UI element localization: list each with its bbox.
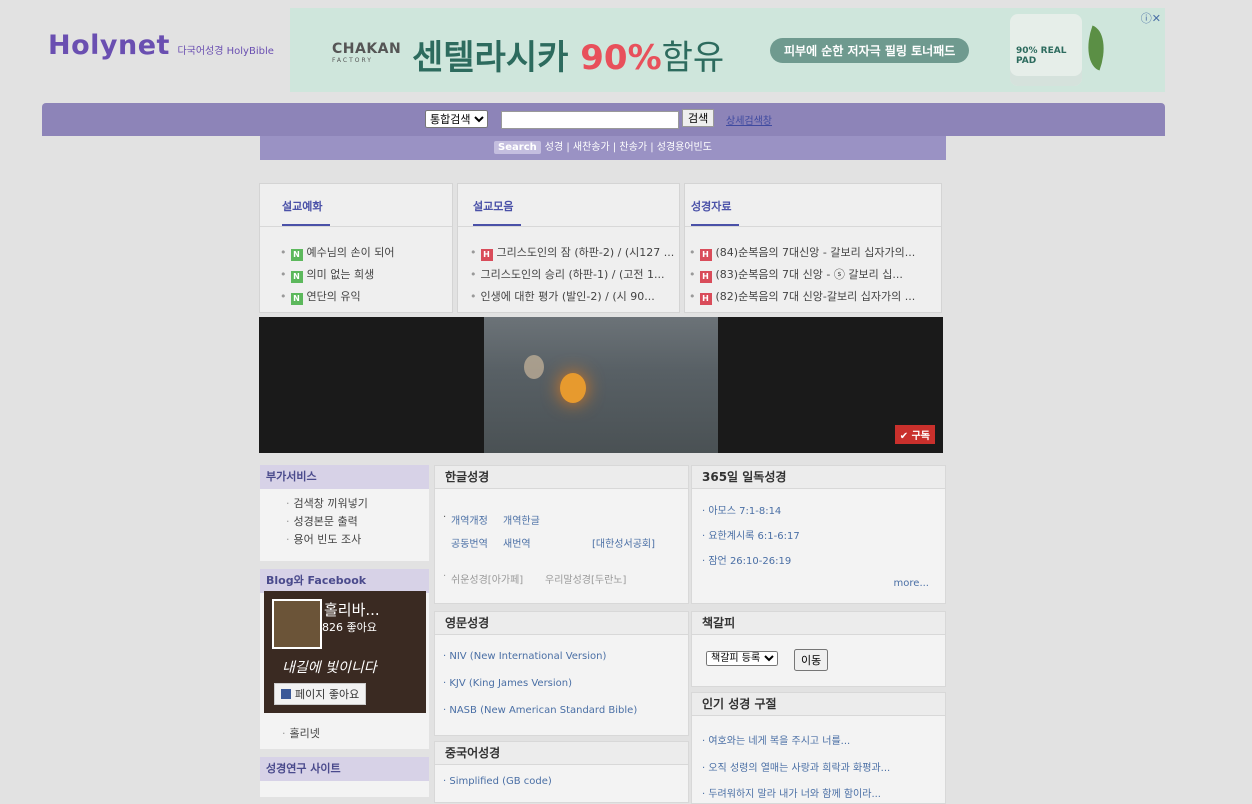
sermon-illustrations-panel: 설교예화 • N 예수님의 손이 되어 • N 의미 없는 희생 • N 연단의 유익 bbox=[259, 183, 453, 313]
list-item[interactable]: • N 예수님의 손이 되어 bbox=[280, 242, 394, 264]
video-thumbnail[interactable] bbox=[484, 317, 718, 453]
list-item[interactable]: 검색창 끼워넣기 bbox=[286, 495, 429, 513]
panel-title: 영문성경 bbox=[435, 612, 688, 635]
list-item[interactable]: • N 의미 없는 희생 bbox=[280, 264, 394, 286]
hot-badge: H bbox=[699, 271, 712, 283]
list-item[interactable]: • N 연단의 유익 bbox=[280, 286, 394, 308]
extra-services-panel: 부가서비스 검색창 끼워넣기 성경본문 출력 용어 빈도 조사 bbox=[260, 465, 429, 561]
hot-badge: H bbox=[480, 249, 493, 261]
list-item[interactable]: • 그리스도인의 승리 (하판-1) / (고전 1... bbox=[470, 264, 674, 286]
advanced-search-link[interactable]: 상세검색창 bbox=[726, 112, 772, 127]
verse-link[interactable]: · 두려워하지 말라 내가 너와 함께 함이라... bbox=[702, 785, 881, 800]
panel-title: 중국어성경 bbox=[435, 742, 688, 765]
ad-banner[interactable]: CHAKAN FACTORY 센텔라시카 90%함유 피부에 순한 저자극 필링 … bbox=[290, 8, 1165, 92]
bookmark-panel: 책갈피 책갈피 등록 이동 bbox=[691, 611, 946, 687]
sermon-collection-panel: 설교모음 • H 그리스도인의 잠 (하판-2) / (시127 ... • 그리스도… bbox=[457, 183, 680, 313]
bookmark-select[interactable]: 책갈피 등록 bbox=[706, 651, 778, 666]
search-scope-select[interactable]: 통합검색 bbox=[425, 110, 488, 128]
panel-title: 한글성경 bbox=[435, 466, 688, 489]
panel-title: 365일 일독성경 bbox=[692, 466, 945, 489]
panel-title: 인기 성경 구절 bbox=[692, 693, 945, 716]
list-item[interactable]: 용어 빈도 조사 bbox=[286, 531, 429, 549]
bible-link-revised[interactable]: 개역개정 bbox=[451, 512, 488, 527]
panel-title: 부가서비스 bbox=[260, 465, 429, 489]
leaf-icon bbox=[1078, 25, 1114, 71]
like-count: 826 좋아요 bbox=[322, 621, 377, 634]
search-subnav-links[interactable]: 성경 | 새찬송가 | 찬송가 | 성경용어빈도 bbox=[545, 142, 712, 153]
reading-item[interactable]: · 잠언 26:10-26:19 bbox=[702, 552, 791, 567]
english-bible-link[interactable]: · NASB (New American Standard Bible) bbox=[443, 705, 637, 716]
like-page-button[interactable]: 페이지 좋아요 bbox=[274, 683, 367, 705]
english-bible-link[interactable]: · NIV (New International Version) bbox=[443, 651, 606, 662]
page-avatar[interactable] bbox=[272, 599, 322, 649]
search-button[interactable]: 검색 bbox=[682, 109, 715, 127]
panel-title[interactable]: 성경자료 bbox=[691, 198, 731, 214]
hot-badge: H bbox=[699, 249, 712, 261]
panel-title: 책갈피 bbox=[692, 612, 945, 635]
hot-badge: H bbox=[699, 293, 712, 305]
ad-tagline: 피부에 순한 저자극 필링 토너패드 bbox=[770, 38, 970, 63]
publisher-label[interactable]: [대한성서공회] bbox=[592, 535, 655, 550]
reading-item[interactable]: · 아모스 7:1-8:14 bbox=[702, 502, 781, 517]
chinese-bible-panel: 중국어성경 · Simplified (GB code) bbox=[434, 741, 689, 803]
ad-headline: 센텔라시카 90%함유 bbox=[412, 38, 725, 78]
bible-link-common[interactable]: 공동번역 bbox=[451, 535, 488, 550]
brand-subtitle: 다국어성경 HolyBible bbox=[177, 46, 274, 57]
verse-link[interactable]: · 오직 성령의 열매는 사랑과 희락과 화평과... bbox=[702, 759, 890, 774]
video-banner[interactable]: ✔ 구독 bbox=[259, 317, 943, 453]
english-bible-panel: 영문성경 · NIV (New International Version) ·… bbox=[434, 611, 689, 736]
panel-title: Blog와 Facebook bbox=[260, 569, 429, 593]
panel-title[interactable]: 설교예화 bbox=[282, 198, 322, 214]
bible-materials-panel: 성경자료 • H (84)순복음의 7대신앙 - 갈보리 십자가의... • H (83… bbox=[684, 183, 942, 313]
search-input[interactable] bbox=[501, 111, 679, 129]
research-sites-panel: 성경연구 사이트 bbox=[260, 757, 429, 797]
site-logo[interactable]: Holynet 다국어성경 HolyBible bbox=[48, 30, 274, 66]
list-item[interactable]: • H (82)순복음의 7대 신앙-갈보리 십자가의 ... bbox=[689, 286, 915, 308]
bible-link-easy[interactable]: 쉬운성경[아가페] bbox=[451, 571, 523, 586]
ad-brand: CHAKAN FACTORY bbox=[332, 41, 402, 64]
subscribe-button[interactable]: ✔ 구독 bbox=[894, 425, 935, 444]
list-item[interactable]: • 인생에 대한 평가 (발인-2) / (시 90... bbox=[470, 286, 674, 308]
verse-link[interactable]: · 여호와는 네게 복을 주시고 너를... bbox=[702, 732, 850, 747]
popular-verses-panel: 인기 성경 구절 · 여호와는 네게 복을 주시고 너를... · 오직 성령의… bbox=[691, 692, 946, 804]
product-jar-icon: 90% REAL PAD bbox=[1010, 14, 1082, 86]
more-link[interactable]: more... bbox=[894, 578, 929, 589]
cover-text: 내길에 빛이니다 bbox=[282, 660, 377, 676]
ad-close-icon[interactable]: ⓘ✕ bbox=[1141, 10, 1161, 26]
chinese-bible-link[interactable]: · Simplified (GB code) bbox=[443, 776, 552, 787]
new-badge: N bbox=[290, 249, 303, 261]
facebook-icon bbox=[281, 689, 291, 699]
holynet-link[interactable]: 홀리넷 bbox=[282, 725, 320, 743]
english-bible-link[interactable]: · KJV (King James Version) bbox=[443, 678, 572, 689]
list-item[interactable]: • H 그리스도인의 잠 (하판-2) / (시127 ... bbox=[470, 242, 674, 264]
new-badge: N bbox=[290, 271, 303, 283]
panel-title[interactable]: 설교모음 bbox=[473, 198, 513, 214]
reading-item[interactable]: · 요한계시록 6:1-6:17 bbox=[702, 527, 800, 542]
panel-title: 성경연구 사이트 bbox=[260, 757, 429, 781]
brand-name[interactable]: Holynet bbox=[48, 30, 170, 61]
facebook-widget[interactable]: 홀리바... 826 좋아요 내길에 빛이니다 페이지 좋아요 bbox=[264, 591, 426, 713]
bible-link-new[interactable]: 새번역 bbox=[503, 535, 531, 550]
search-bar: 통합검색 검색 상세검색창 bbox=[42, 103, 1165, 136]
bookmark-go-button[interactable]: 이동 bbox=[794, 649, 829, 671]
korean-bible-panel: 한글성경 · 개역개정 개역한글 공동번역 새번역 [대한성서공회] · 쉬운성… bbox=[434, 465, 689, 604]
bible-link-woorimal[interactable]: 우리말성경[두란노] bbox=[545, 571, 626, 586]
bible-link-korean[interactable]: 개역한글 bbox=[503, 512, 540, 527]
search-tag: Search bbox=[494, 141, 541, 154]
list-item[interactable]: 성경본문 출력 bbox=[286, 513, 429, 531]
new-badge: N bbox=[290, 293, 303, 305]
list-item[interactable]: • H (83)순복음의 7대 신앙 - ⓢ 갈보리 십... bbox=[689, 264, 915, 286]
search-subnav: Search 성경 | 새찬송가 | 찬송가 | 성경용어빈도 bbox=[260, 136, 946, 160]
daily-reading-panel: 365일 일독성경 · 아모스 7:1-8:14 · 요한계시록 6:1-6:1… bbox=[691, 465, 946, 604]
page-name[interactable]: 홀리바... bbox=[324, 599, 380, 620]
list-item[interactable]: • H (84)순복음의 7대신앙 - 갈보리 십자가의... bbox=[689, 242, 915, 264]
